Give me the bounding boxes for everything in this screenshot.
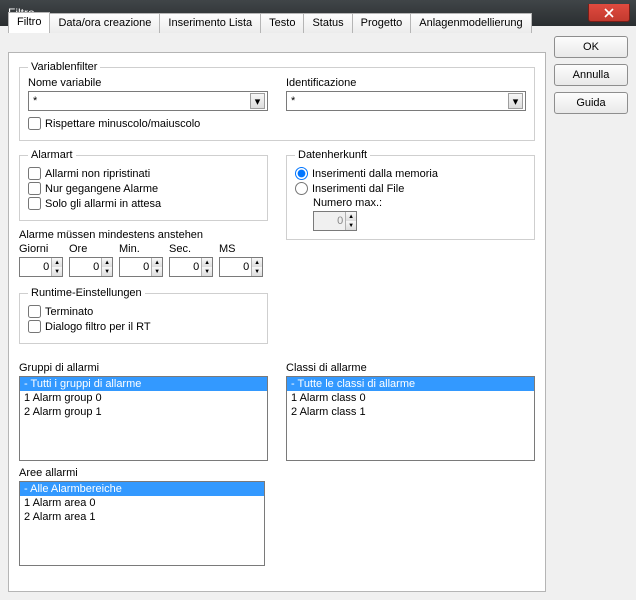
label-classi: Classi di allarme (286, 362, 535, 374)
list-item[interactable]: - Tutti i gruppi di allarme (20, 377, 267, 391)
list-item[interactable]: 1 Alarm class 0 (287, 391, 534, 405)
ok-button[interactable]: OK (554, 36, 628, 58)
tab-status[interactable]: Status (303, 13, 352, 33)
checkbox-case-row[interactable]: Rispettare minuscolo/maiuscolo (28, 117, 526, 130)
spin-up-icon[interactable]: ▲ (201, 258, 212, 267)
list-item[interactable]: 2 Alarm class 1 (287, 405, 534, 419)
fieldset-variablenfilter: Variablenfilter Nome variabile * ▾ Ident (19, 61, 535, 141)
input-ore[interactable] (70, 258, 101, 276)
spin-down-icon[interactable]: ▼ (51, 267, 62, 276)
spin-down-icon[interactable]: ▼ (101, 267, 112, 276)
list-item[interactable]: 1 Alarm group 0 (20, 391, 267, 405)
input-numero-max (314, 212, 345, 230)
checkbox-attesa[interactable] (28, 197, 41, 210)
checkbox-case[interactable] (28, 117, 41, 130)
tab-anlagen[interactable]: Anlagenmodellierung (410, 13, 531, 33)
spin-up-icon[interactable]: ▲ (101, 258, 112, 267)
radio-memoria-row[interactable]: Inserimenti dalla memoria (295, 167, 526, 180)
spin-up-icon[interactable]: ▲ (51, 258, 62, 267)
spin-min[interactable]: ▲▼ (119, 257, 163, 277)
checkbox-terminato[interactable] (28, 305, 41, 318)
radio-file[interactable] (295, 182, 308, 195)
fieldset-runtime: Runtime-Einstellungen Terminato Dialogo … (19, 287, 268, 344)
spin-ms[interactable]: ▲▼ (219, 257, 263, 277)
chevron-down-icon: ▾ (250, 93, 265, 109)
fieldset-datenherkunft: Datenherkunft Inserimenti dalla memoria … (286, 149, 535, 240)
input-giorni[interactable] (20, 258, 51, 276)
label-aree: Aree allarmi (19, 467, 535, 479)
radio-memoria[interactable] (295, 167, 308, 180)
spin-down-icon[interactable]: ▼ (151, 267, 162, 276)
tab-inserimento[interactable]: Inserimento Lista (159, 13, 261, 33)
tab-progetto[interactable]: Progetto (352, 13, 412, 33)
input-ms[interactable] (220, 258, 251, 276)
label-gruppi: Gruppi di allarmi (19, 362, 268, 374)
checkbox-gegangene[interactable] (28, 182, 41, 195)
radio-file-row[interactable]: Inserimenti dal File (295, 182, 526, 195)
close-button[interactable] (588, 4, 630, 22)
checkbox-terminato-row[interactable]: Terminato (28, 305, 259, 318)
spin-numero-max: ▲▼ (313, 211, 357, 231)
checkbox-non-ripristinati-row[interactable]: Allarmi non ripristinati (28, 167, 259, 180)
checkbox-gegangene-row[interactable]: Nur gegangene Alarme (28, 182, 259, 195)
checkbox-dialogo-rt[interactable] (28, 320, 41, 333)
spin-up-icon[interactable]: ▲ (251, 258, 262, 267)
label-numero-max: Numero max.: (313, 197, 526, 209)
dropdown-nome-variabile[interactable]: * ▾ (28, 91, 268, 111)
tab-strip: Filtro Data/ora creazione Inserimento Li… (8, 12, 531, 32)
checkbox-attesa-row[interactable]: Solo gli allarmi in attesa (28, 197, 259, 210)
label-case: Rispettare minuscolo/maiuscolo (45, 118, 200, 130)
tab-filtro[interactable]: Filtro (8, 12, 50, 33)
spin-giorni[interactable]: ▲▼ (19, 257, 63, 277)
dropdown-identificazione[interactable]: * ▾ (286, 91, 526, 111)
listbox-aree[interactable]: - Alle Alarmbereiche 1 Alarm area 0 2 Al… (19, 481, 265, 566)
close-icon (604, 8, 614, 18)
label-nome-variabile: Nome variabile (28, 77, 268, 89)
spin-down-icon: ▼ (345, 221, 356, 230)
spin-up-icon[interactable]: ▲ (151, 258, 162, 267)
list-item[interactable]: 2 Alarm group 1 (20, 405, 267, 419)
checkbox-non-ripristinati[interactable] (28, 167, 41, 180)
duration-row: Giorni▲▼ Ore▲▼ Min.▲▼ Sec.▲▼ MS▲▼ (19, 243, 268, 277)
label-identificazione: Identificazione (286, 77, 526, 89)
list-item[interactable]: - Alle Alarmbereiche (20, 482, 264, 496)
spin-ore[interactable]: ▲▼ (69, 257, 113, 277)
help-button[interactable]: Guida (554, 92, 628, 114)
input-sec[interactable] (170, 258, 201, 276)
cancel-button[interactable]: Annulla (554, 64, 628, 86)
legend-datenherkunft: Datenherkunft (295, 149, 370, 161)
fieldset-alarmart: Alarmart Allarmi non ripristinati Nur ge… (19, 149, 268, 221)
dropdown-nome-value: * (33, 95, 37, 107)
spin-down-icon[interactable]: ▼ (201, 267, 212, 276)
spin-down-icon[interactable]: ▼ (251, 267, 262, 276)
dropdown-ident-value: * (291, 95, 295, 107)
label-minalarm: Alarme müssen mindestens anstehen (19, 229, 268, 241)
checkbox-dialogo-rt-row[interactable]: Dialogo filtro per il RT (28, 320, 259, 333)
tab-testo[interactable]: Testo (260, 13, 304, 33)
legend-variablenfilter: Variablenfilter (28, 61, 100, 73)
legend-alarmart: Alarmart (28, 149, 76, 161)
chevron-down-icon: ▾ (508, 93, 523, 109)
listbox-gruppi[interactable]: - Tutti i gruppi di allarme 1 Alarm grou… (19, 376, 268, 461)
list-item[interactable]: - Tutte le classi di allarme (287, 377, 534, 391)
listbox-classi[interactable]: - Tutte le classi di allarme 1 Alarm cla… (286, 376, 535, 461)
input-min[interactable] (120, 258, 151, 276)
list-item[interactable]: 2 Alarm area 1 (20, 510, 264, 524)
legend-runtime: Runtime-Einstellungen (28, 287, 145, 299)
list-item[interactable]: 1 Alarm area 0 (20, 496, 264, 510)
tab-dataora[interactable]: Data/ora creazione (49, 13, 160, 33)
spin-sec[interactable]: ▲▼ (169, 257, 213, 277)
spin-up-icon: ▲ (345, 212, 356, 221)
